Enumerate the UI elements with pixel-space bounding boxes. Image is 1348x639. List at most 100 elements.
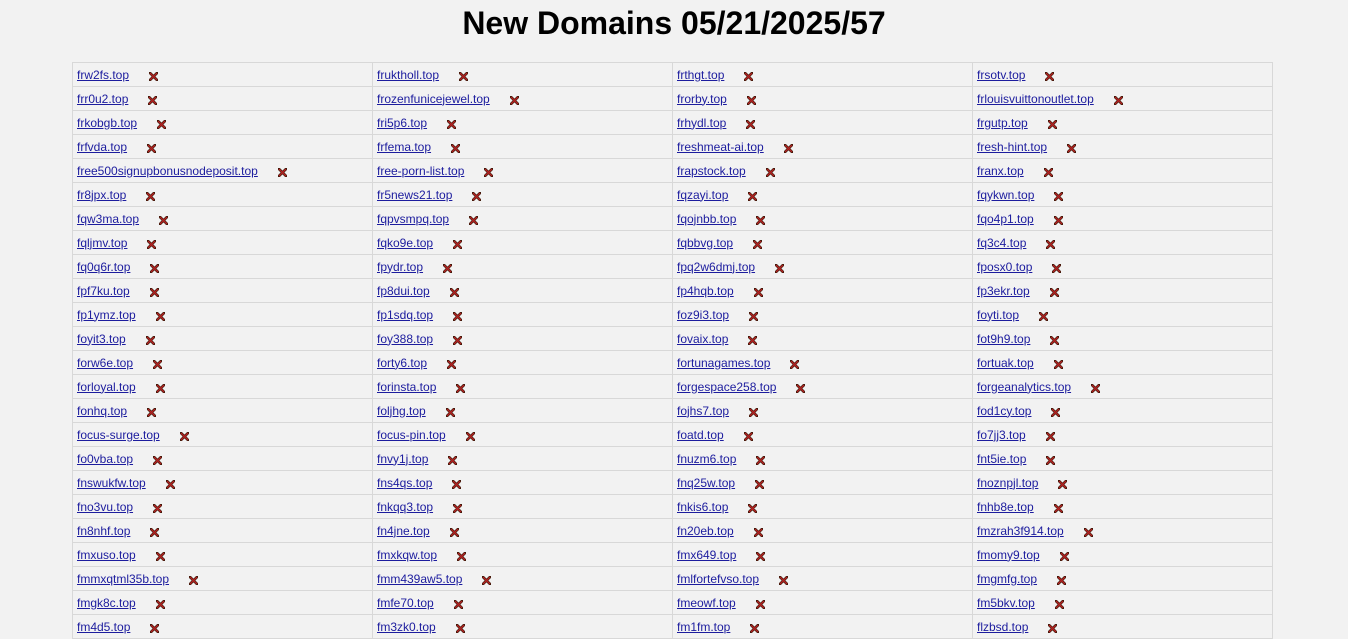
delete-x-icon[interactable]: [457, 551, 467, 561]
domain-link[interactable]: forinsta.top: [377, 380, 436, 394]
delete-x-icon[interactable]: [145, 335, 155, 345]
domain-link[interactable]: forty6.top: [377, 356, 427, 370]
delete-x-icon[interactable]: [453, 239, 463, 249]
domain-link[interactable]: frorby.top: [677, 92, 727, 106]
domain-link[interactable]: frthgt.top: [677, 68, 724, 82]
delete-x-icon[interactable]: [744, 71, 754, 81]
delete-x-icon[interactable]: [277, 167, 287, 177]
domain-link[interactable]: fnkqq3.top: [377, 500, 433, 514]
delete-x-icon[interactable]: [765, 167, 775, 177]
domain-link[interactable]: fp1ymz.top: [77, 308, 136, 322]
domain-link[interactable]: fn4jne.top: [377, 524, 430, 538]
domain-link[interactable]: frapstock.top: [677, 164, 746, 178]
domain-link[interactable]: frfvda.top: [77, 140, 127, 154]
domain-link[interactable]: forloyal.top: [77, 380, 136, 394]
delete-x-icon[interactable]: [1059, 551, 1069, 561]
delete-x-icon[interactable]: [453, 599, 463, 609]
delete-x-icon[interactable]: [1051, 407, 1061, 417]
domain-link[interactable]: forw6e.top: [77, 356, 133, 370]
delete-x-icon[interactable]: [796, 383, 806, 393]
delete-x-icon[interactable]: [189, 575, 199, 585]
delete-x-icon[interactable]: [482, 575, 492, 585]
domain-link[interactable]: fmfe70.top: [377, 596, 434, 610]
delete-x-icon[interactable]: [484, 167, 494, 177]
delete-x-icon[interactable]: [147, 239, 157, 249]
delete-x-icon[interactable]: [1045, 431, 1055, 441]
delete-x-icon[interactable]: [1039, 311, 1049, 321]
domain-link[interactable]: fp1sdq.top: [377, 308, 433, 322]
domain-link[interactable]: fqo4p1.top: [977, 212, 1034, 226]
domain-link[interactable]: fmzrah3f914.top: [977, 524, 1064, 538]
delete-x-icon[interactable]: [153, 503, 163, 513]
domain-link[interactable]: foyti.top: [977, 308, 1019, 322]
delete-x-icon[interactable]: [1050, 335, 1060, 345]
domain-link[interactable]: fortuak.top: [977, 356, 1034, 370]
domain-link[interactable]: fpydr.top: [377, 260, 423, 274]
domain-link[interactable]: forgeanalytics.top: [977, 380, 1071, 394]
delete-x-icon[interactable]: [448, 455, 458, 465]
domain-link[interactable]: frozenfunicejewel.top: [377, 92, 490, 106]
domain-link[interactable]: fmomy9.top: [977, 548, 1040, 562]
delete-x-icon[interactable]: [153, 455, 163, 465]
domain-link[interactable]: fnt5ie.top: [977, 452, 1026, 466]
delete-x-icon[interactable]: [449, 287, 459, 297]
delete-x-icon[interactable]: [1057, 575, 1067, 585]
domain-link[interactable]: fmgk8c.top: [77, 596, 136, 610]
domain-link[interactable]: fqykwn.top: [977, 188, 1034, 202]
delete-x-icon[interactable]: [1045, 71, 1055, 81]
delete-x-icon[interactable]: [748, 503, 758, 513]
delete-x-icon[interactable]: [1083, 527, 1093, 537]
domain-link[interactable]: foyit3.top: [77, 332, 126, 346]
domain-link[interactable]: fmxkqw.top: [377, 548, 437, 562]
domain-link[interactable]: fqljmv.top: [77, 236, 127, 250]
domain-link[interactable]: fmxuso.top: [77, 548, 136, 562]
delete-x-icon[interactable]: [146, 191, 156, 201]
delete-x-icon[interactable]: [753, 239, 763, 249]
domain-link[interactable]: fp3ekr.top: [977, 284, 1030, 298]
delete-x-icon[interactable]: [756, 455, 766, 465]
domain-link[interactable]: fns4qs.top: [377, 476, 432, 490]
delete-x-icon[interactable]: [1053, 503, 1063, 513]
domain-link[interactable]: free500signupbonusnodeposit.top: [77, 164, 258, 178]
delete-x-icon[interactable]: [150, 263, 160, 273]
domain-link[interactable]: fortunagames.top: [677, 356, 770, 370]
delete-x-icon[interactable]: [756, 551, 766, 561]
delete-x-icon[interactable]: [147, 143, 157, 153]
domain-link[interactable]: fmlfortefvso.top: [677, 572, 759, 586]
delete-x-icon[interactable]: [1043, 167, 1053, 177]
domain-link[interactable]: frkobgb.top: [77, 116, 137, 130]
delete-x-icon[interactable]: [755, 479, 765, 489]
domain-link[interactable]: fmx649.top: [677, 548, 736, 562]
delete-x-icon[interactable]: [159, 215, 169, 225]
domain-link[interactable]: fnswukfw.top: [77, 476, 146, 490]
domain-link[interactable]: fr8jpx.top: [77, 188, 126, 202]
delete-x-icon[interactable]: [179, 431, 189, 441]
delete-x-icon[interactable]: [165, 479, 175, 489]
domain-link[interactable]: fqojnbb.top: [677, 212, 736, 226]
delete-x-icon[interactable]: [750, 623, 760, 633]
domain-link[interactable]: foy388.top: [377, 332, 433, 346]
domain-link[interactable]: free-porn-list.top: [377, 164, 464, 178]
domain-link[interactable]: fqzayi.top: [677, 188, 728, 202]
delete-x-icon[interactable]: [155, 311, 165, 321]
domain-link[interactable]: franx.top: [977, 164, 1024, 178]
domain-link[interactable]: fpq2w6dmj.top: [677, 260, 755, 274]
delete-x-icon[interactable]: [155, 551, 165, 561]
domain-link[interactable]: fnuzm6.top: [677, 452, 736, 466]
domain-link[interactable]: fm5bkv.top: [977, 596, 1035, 610]
domain-link[interactable]: fno3vu.top: [77, 500, 133, 514]
domain-link[interactable]: fr5news21.top: [377, 188, 452, 202]
delete-x-icon[interactable]: [1048, 623, 1058, 633]
delete-x-icon[interactable]: [755, 599, 765, 609]
delete-x-icon[interactable]: [779, 575, 789, 585]
domain-link[interactable]: fri5p6.top: [377, 116, 427, 130]
delete-x-icon[interactable]: [1049, 287, 1059, 297]
delete-x-icon[interactable]: [452, 479, 462, 489]
delete-x-icon[interactable]: [1058, 479, 1068, 489]
delete-x-icon[interactable]: [1046, 239, 1056, 249]
delete-x-icon[interactable]: [1113, 95, 1123, 105]
delete-x-icon[interactable]: [790, 359, 800, 369]
domain-link[interactable]: fpf7ku.top: [77, 284, 130, 298]
delete-x-icon[interactable]: [746, 119, 756, 129]
delete-x-icon[interactable]: [443, 263, 453, 273]
